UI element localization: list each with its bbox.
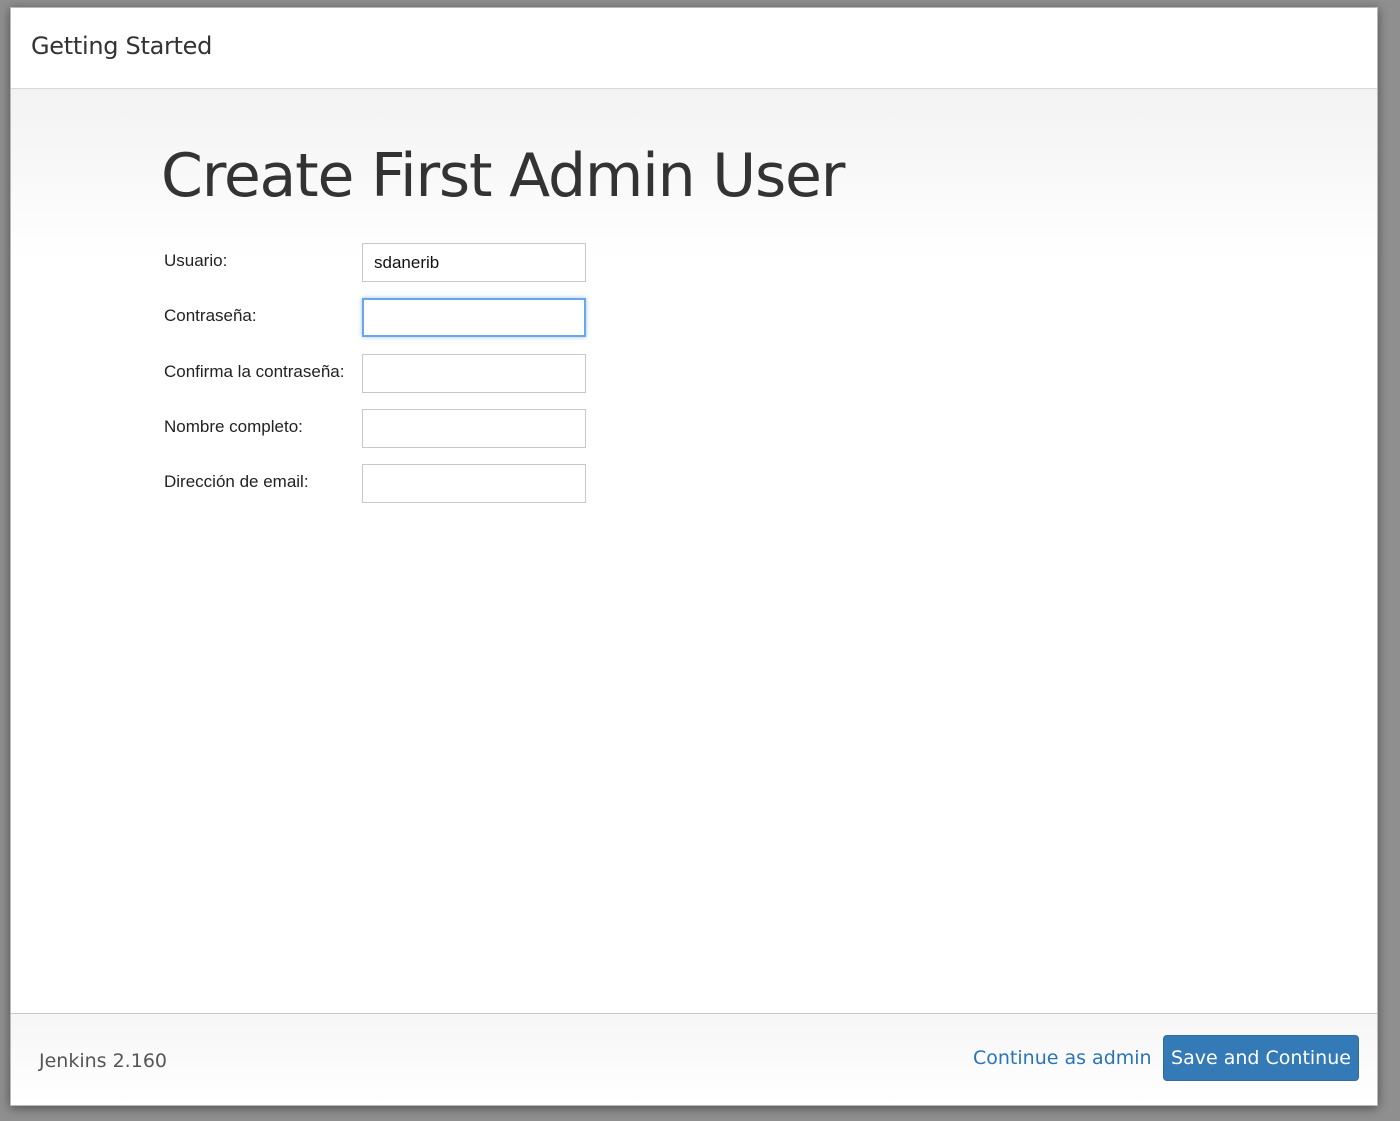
version-label: Jenkins 2.160 xyxy=(39,1050,167,1072)
dialog-body: Create First Admin User Usuario: Contras… xyxy=(11,89,1377,1013)
email-field[interactable] xyxy=(362,464,586,503)
dialog-title: Getting Started xyxy=(31,32,213,60)
full-name-field[interactable] xyxy=(362,409,586,448)
username-field[interactable] xyxy=(362,243,586,282)
email-label: Dirección de email: xyxy=(164,472,309,491)
setup-wizard-dialog: Getting Started Create First Admin User … xyxy=(10,7,1378,1106)
page-title: Create First Admin User xyxy=(161,141,845,211)
confirm-password-field[interactable] xyxy=(362,354,586,393)
username-label: Usuario: xyxy=(164,251,228,270)
form-row-password: Contraseña: xyxy=(164,298,604,338)
dialog-header: Getting Started xyxy=(11,8,1377,89)
form-row-full-name: Nombre completo: xyxy=(164,409,604,449)
confirm-password-label: Confirma la contraseña: xyxy=(164,362,345,381)
form-row-confirm-password: Confirma la contraseña: xyxy=(164,354,604,394)
password-field[interactable] xyxy=(362,298,586,337)
dialog-footer: Jenkins 2.160 Continue as admin Save and… xyxy=(11,1013,1377,1105)
continue-as-admin-link[interactable]: Continue as admin xyxy=(973,1047,1152,1069)
password-label: Contraseña: xyxy=(164,306,257,325)
form-row-username: Usuario: xyxy=(164,243,604,283)
save-and-continue-button[interactable]: Save and Continue xyxy=(1163,1035,1359,1081)
full-name-label: Nombre completo: xyxy=(164,417,303,436)
form-row-email: Dirección de email: xyxy=(164,464,604,504)
